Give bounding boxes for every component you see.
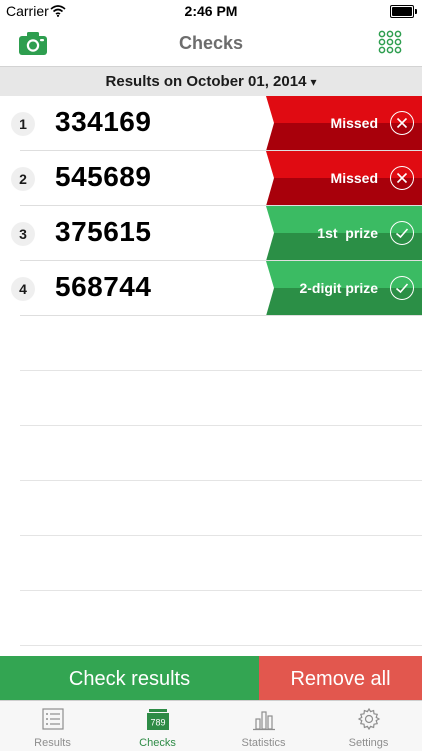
tab-statistics[interactable]: Statistics [211,701,316,751]
ticket-number: 334169 [55,106,152,137]
row-index: 1 [11,112,35,136]
tab-checks[interactable]: 789 Checks [105,701,210,751]
tab-bar: Results 789 Checks Statistics Settings [0,700,422,751]
result-badge: 1st prize [266,206,422,261]
result-badge: 2-digit prize [266,261,422,316]
check-circle-icon [390,221,414,245]
list-icon [41,707,65,731]
close-circle-icon [390,111,414,135]
result-label: 2-digit prize [299,280,378,296]
empty-row-divider [20,425,422,426]
empty-row-divider [20,535,422,536]
tab-label: Settings [348,737,389,749]
empty-row-divider [20,370,422,371]
tab-label: Statistics [241,737,286,749]
check-circle-icon [390,276,414,300]
ticket-number: 545689 [55,161,152,192]
keypad-button[interactable] [378,30,402,54]
result-label: 1st prize [317,225,378,241]
check-row[interactable]: 3 375615 1st prize [0,206,422,261]
result-label: Missed [330,170,378,186]
battery-icon [390,5,417,18]
caret-down-icon: ▾ [310,75,317,89]
row-index: 3 [11,222,35,246]
row-index: 4 [11,277,35,301]
ticket-number: 375615 [55,216,152,247]
date-label: Results on October 01, 2014 [105,73,307,90]
row-divider [20,315,422,316]
status-bar: Carrier 2:46 PM [0,0,422,22]
date-selector[interactable]: Results on October 01, 2014 ▾ [0,66,422,97]
check-row[interactable]: 4 568744 2-digit prize [0,261,422,316]
grid-icon [378,30,402,54]
checks-list: 1 334169 Missed 2 545689 Missed 3 375615… [0,96,422,316]
status-time: 2:46 PM [184,3,238,19]
action-bar: Check results Remove all [0,656,422,700]
tab-label: Results [34,737,71,749]
result-badge: Missed [266,96,422,151]
empty-row-divider [20,645,422,646]
page-title: Checks [178,33,244,53]
check-row[interactable]: 1 334169 Missed [0,96,422,151]
tab-results[interactable]: Results [0,701,105,751]
check-results-button[interactable]: Check results [0,656,259,700]
empty-row-divider [20,590,422,591]
tab-settings[interactable]: Settings [316,701,421,751]
bar-chart-icon [252,707,276,731]
ticket-number: 568744 [55,271,152,302]
close-circle-icon [390,166,414,190]
tab-label: Checks [139,737,176,749]
ticket-icon-text: 789 [150,718,165,728]
ticket-icon: 789 [146,707,170,731]
result-label: Missed [330,115,378,131]
row-index: 2 [11,167,35,191]
gear-icon [357,707,381,731]
result-badge: Missed [266,151,422,206]
remove-all-button[interactable]: Remove all [259,656,422,700]
empty-row-divider [20,480,422,481]
check-row[interactable]: 2 545689 Missed [0,151,422,206]
navigation-bar: Checks [0,22,422,66]
